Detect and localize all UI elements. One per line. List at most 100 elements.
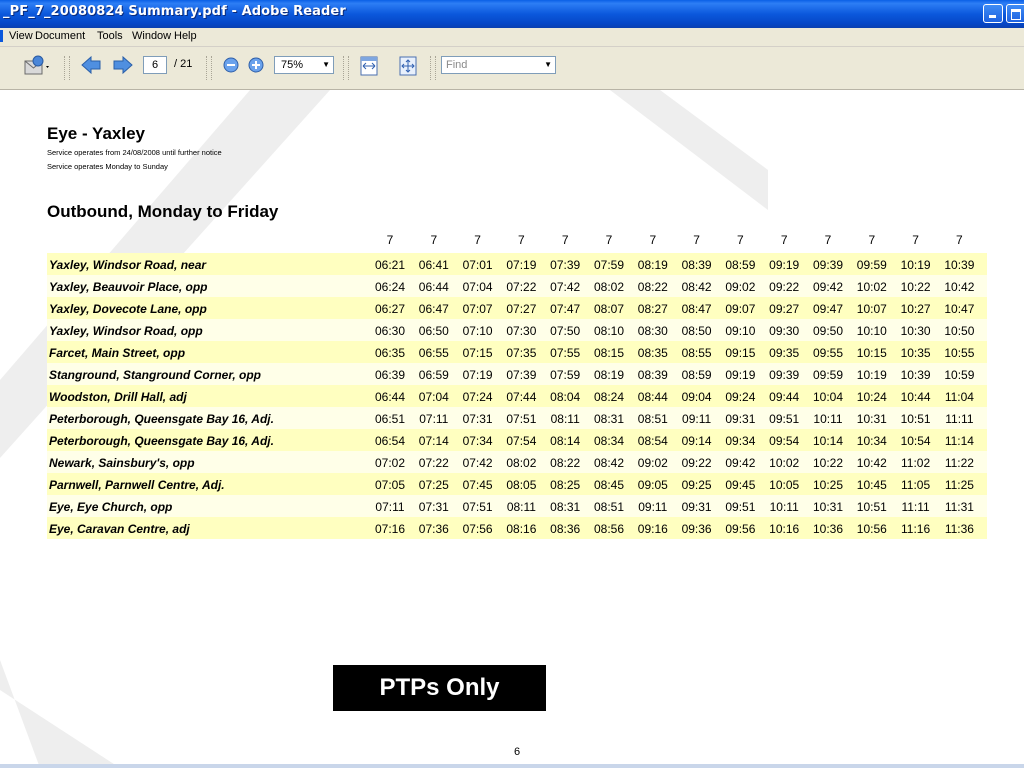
- stop-name: Eye, Caravan Centre, adj: [49, 522, 190, 536]
- departure-time: 10:42: [856, 456, 887, 470]
- menu-tools[interactable]: Tools: [97, 30, 123, 42]
- departure-time: 08:10: [593, 324, 625, 338]
- departure-time: 10:02: [856, 280, 887, 294]
- stop-name: Peterborough, Queensgate Bay 16, Adj.: [49, 412, 274, 426]
- departure-time: 08:36: [550, 522, 581, 536]
- previous-page-icon[interactable]: [80, 54, 102, 80]
- departure-time: 07:42: [550, 280, 581, 294]
- departure-time: 07:19: [506, 258, 537, 272]
- page-number-input[interactable]: 6: [143, 56, 167, 74]
- departure-time: 09:31: [681, 500, 712, 514]
- column-header: 7: [430, 233, 438, 247]
- table-row: Eye, Caravan Centre, adj 07:16 07:36 07:56 0…: [47, 517, 987, 539]
- departure-time: 08:07: [593, 302, 625, 316]
- zoom-out-icon[interactable]: [222, 56, 240, 78]
- departure-time: 07:16: [374, 522, 406, 536]
- departure-time: 08:34: [593, 434, 625, 448]
- departure-time: 11:16: [901, 522, 931, 536]
- departure-time: 09:59: [812, 368, 844, 382]
- departure-time: 07:25: [418, 478, 449, 492]
- window-title-bar[interactable]: _PF_7_20080824 Summary.pdf - Adobe Reade…: [0, 0, 1024, 28]
- menu-help[interactable]: Help: [174, 30, 197, 42]
- zoom-select[interactable]: 75% ▼: [274, 56, 334, 74]
- departure-time: 07:15: [462, 346, 493, 360]
- departure-time: 08:22: [637, 280, 668, 294]
- stop-name: Eye, Eye Church, opp: [49, 500, 173, 514]
- stop-name: Stanground, Stanground Corner, opp: [49, 368, 261, 382]
- route-title: Eye - Yaxley: [47, 124, 145, 143]
- departure-time: 09:50: [812, 324, 844, 338]
- departure-time: 08:22: [550, 456, 581, 470]
- menu-document[interactable]: Document: [35, 30, 85, 42]
- departure-time: 09:51: [725, 500, 756, 514]
- column-header: 7: [737, 233, 744, 247]
- departure-time: 07:42: [462, 456, 493, 470]
- document-page: Eye - Yaxley Service operates from 24/08…: [0, 90, 1024, 768]
- fit-width-icon[interactable]: [358, 55, 380, 81]
- departure-time: 09:02: [725, 280, 756, 294]
- departure-time: 07:04: [418, 390, 449, 404]
- minimize-button[interactable]: [983, 4, 1003, 23]
- section-heading: Outbound, Monday to Friday: [47, 202, 279, 221]
- departure-time: 08:14: [550, 434, 581, 448]
- column-header: 7: [824, 233, 832, 247]
- toolbar-separator: [64, 56, 70, 80]
- departure-time: 10:31: [812, 500, 844, 514]
- zoom-in-icon[interactable]: [247, 56, 265, 78]
- departure-time: 11:31: [944, 500, 974, 514]
- table-row: Parnwell, Parnwell Centre, Adj. 07:05 07:2…: [47, 473, 987, 495]
- next-page-icon[interactable]: [112, 54, 134, 80]
- table-row: Stanground, Stanground Corner, opp 06:39 0…: [47, 363, 987, 385]
- column-header: 7: [649, 233, 657, 247]
- departure-time: 10:27: [900, 302, 931, 316]
- menu-view[interactable]: View: [9, 30, 33, 42]
- service-note: Service operates Monday to Sunday: [47, 162, 168, 171]
- departure-time: 07:22: [418, 456, 449, 470]
- column-header: 7: [780, 233, 788, 247]
- departure-time: 10:55: [944, 346, 975, 360]
- departure-time: 10:19: [900, 258, 931, 272]
- departure-time: 11:22: [944, 456, 974, 470]
- departure-time: 10:50: [944, 324, 975, 338]
- departure-time: 07:44: [506, 390, 537, 404]
- find-input[interactable]: Find ▼: [441, 56, 556, 74]
- departure-time: 11:14: [944, 434, 974, 448]
- departure-time: 09:11: [638, 500, 668, 514]
- departure-time: 11:11: [901, 500, 930, 514]
- departure-time: 09:16: [637, 522, 668, 536]
- departure-time: 10:39: [944, 258, 975, 272]
- departure-time: 10:10: [856, 324, 887, 338]
- departure-time: 09:31: [725, 412, 756, 426]
- departure-time: 07:47: [550, 302, 581, 316]
- fit-page-icon[interactable]: [397, 55, 419, 81]
- departure-time: 08:19: [593, 368, 625, 382]
- departure-time: 11:11: [945, 412, 974, 426]
- departure-time: 11:02: [901, 456, 931, 470]
- departure-time: 07:45: [462, 478, 493, 492]
- departure-time: 09:22: [769, 280, 800, 294]
- departure-time: 08:11: [550, 412, 580, 426]
- stop-name: Farcet, Main Street, opp: [49, 346, 186, 360]
- departure-time: 09:42: [725, 456, 756, 470]
- departure-time: 10:14: [812, 434, 844, 448]
- departure-time: 07:56: [462, 522, 493, 536]
- departure-time: 09:44: [769, 390, 800, 404]
- table-row: Eye, Eye Church, opp 07:11 07:31 07:51 08:11…: [47, 495, 987, 517]
- departure-time: 06:51: [374, 412, 406, 426]
- departure-time: 09:25: [681, 478, 712, 492]
- departure-time: 07:59: [550, 368, 581, 382]
- departure-time: 10:31: [856, 412, 887, 426]
- departure-time: 10:22: [900, 280, 931, 294]
- departure-time: 08:24: [593, 390, 625, 404]
- departure-time: 09:56: [725, 522, 756, 536]
- chevron-down-icon[interactable]: ▼: [544, 57, 552, 73]
- departure-time: 10:19: [856, 368, 887, 382]
- departure-time: 08:55: [681, 346, 712, 360]
- email-icon[interactable]: [24, 54, 52, 82]
- table-row: Newark, Sainsbury's, opp 07:02 07:22 07:42 0…: [47, 451, 987, 473]
- menu-window[interactable]: Window: [132, 30, 171, 42]
- departure-time: 09:42: [812, 280, 844, 294]
- departure-time: 08:42: [681, 280, 712, 294]
- maximize-button[interactable]: [1006, 4, 1024, 23]
- table-row: Yaxley, Windsor Road, opp 06:30 06:50 07:10…: [47, 319, 987, 341]
